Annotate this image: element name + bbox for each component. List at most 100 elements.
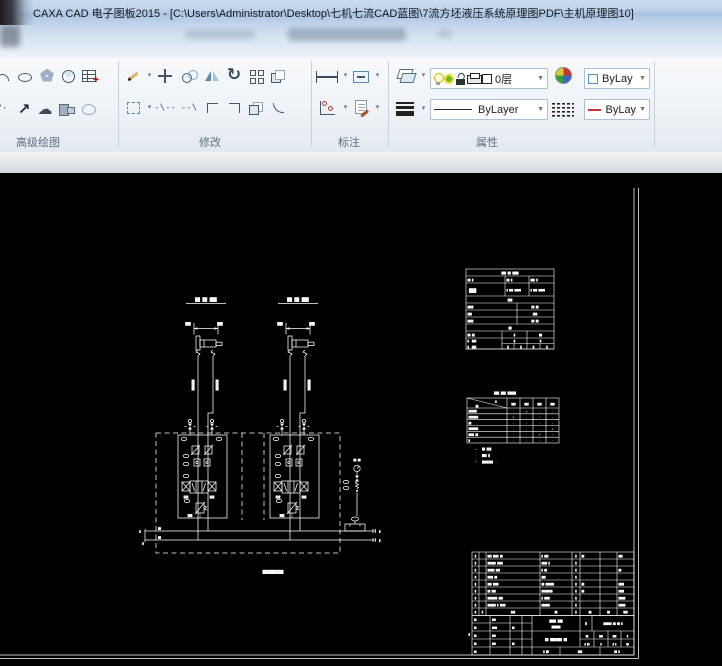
erase-dropdown-arrow[interactable]: ▾ xyxy=(145,71,154,81)
check-valves xyxy=(286,459,302,466)
svg-text:█: █ xyxy=(574,561,577,565)
svg-text:███ █: ███ █ xyxy=(481,453,490,457)
svg-text:-: - xyxy=(512,433,514,437)
svg-text:████: ████ xyxy=(467,319,474,323)
svg-text:-: - xyxy=(538,409,540,413)
explode-tool-icon[interactable] xyxy=(245,95,267,121)
dimension-style-icon[interactable] xyxy=(350,64,372,90)
main-left-label: █ xyxy=(138,530,141,534)
break-tool-icon[interactable]: -\-- xyxy=(154,95,176,121)
svg-text:██ █: ██ █ xyxy=(613,650,620,654)
svg-text:██: ██ xyxy=(585,635,589,638)
corner-smudge xyxy=(0,25,20,47)
svg-text:███: ███ xyxy=(577,650,583,654)
valve-manifold: ███ ███ ███ xyxy=(270,435,319,518)
window-icon-area[interactable] xyxy=(0,0,34,25)
text-edit-dropdown-arrow[interactable]: ▾ xyxy=(373,103,382,113)
linear-dimension-icon[interactable] xyxy=(314,64,340,90)
coordinate-dimension-icon[interactable] xyxy=(314,95,340,121)
revision-cloud-tool-icon[interactable]: ☁ xyxy=(34,96,56,122)
linecolor-select[interactable]: ByLay ▼ xyxy=(584,99,650,120)
svg-text:███: ███ xyxy=(467,312,473,316)
drawing-viewport[interactable]: ██ ██ ███ ███ ███ ███████ ███████ xyxy=(0,173,722,666)
group-label-advanced-draw: 高级绘图 xyxy=(0,134,76,150)
mirror-tool-icon[interactable] xyxy=(201,63,223,89)
text-edit-icon[interactable] xyxy=(350,94,372,120)
panel-separator xyxy=(311,61,312,147)
svg-text:████████: ████████ xyxy=(541,589,554,593)
svg-text:██ ██: ██ ██ xyxy=(530,305,539,309)
svg-text:██: ██ xyxy=(475,404,479,408)
svg-text:██: ██ xyxy=(507,326,512,330)
drawing-frame xyxy=(0,188,639,659)
svg-text:-: - xyxy=(525,433,527,437)
scale-tool-icon[interactable] xyxy=(122,95,144,121)
svg-text:██: ██ xyxy=(606,610,610,614)
main-line-label: ██ xyxy=(157,527,161,531)
linetype-select-caret: ▼ xyxy=(534,106,544,113)
svg-text:████ ███: ████ ███ xyxy=(548,619,563,623)
svg-text:+: + xyxy=(475,447,477,451)
lineweight-dropdown-arrow[interactable]: ▾ xyxy=(419,104,428,114)
local-detail-tool-icon[interactable] xyxy=(56,96,78,122)
table-tool-icon[interactable]: + xyxy=(78,63,100,89)
svg-text:█: █ xyxy=(574,582,577,586)
svg-text:█ ██: █ ██ xyxy=(541,568,548,572)
dimension-dropdown-arrow[interactable]: ▾ xyxy=(341,71,350,81)
svg-text:█: █ xyxy=(513,333,516,337)
svg-text:██: ██ xyxy=(581,589,585,593)
leader-arrow-tool-icon[interactable]: ↗ xyxy=(13,96,35,122)
arc-tool-icon[interactable] xyxy=(0,64,13,90)
dimension-style-dropdown-arrow[interactable]: ▾ xyxy=(373,71,382,81)
extend-tool-icon[interactable] xyxy=(201,95,223,121)
offset-tool-icon[interactable] xyxy=(267,63,289,89)
polygon-tool-icon[interactable] xyxy=(36,62,58,88)
corner-tool-icon[interactable] xyxy=(223,95,245,121)
svg-text:█ █: █ █ xyxy=(612,643,618,646)
svg-text:+: + xyxy=(512,415,514,419)
svg-text:██████ █ ████: ██████ █ ████ xyxy=(487,603,507,607)
linetype-select[interactable]: ByLayer ▼ xyxy=(430,99,548,120)
svg-text:█: █ xyxy=(513,339,516,343)
linestyle-icon[interactable] xyxy=(550,96,576,122)
directional-valve: ███ ███ xyxy=(274,481,308,499)
document-tab-strip xyxy=(0,152,722,174)
layer-tool-icon[interactable] xyxy=(394,63,416,89)
array-tool-icon[interactable] xyxy=(245,63,267,89)
circuit-title: ██ ██ ███ xyxy=(194,297,217,302)
svg-text:██: ██ xyxy=(618,568,622,572)
svg-text:█████: █████ xyxy=(618,596,627,600)
fillet-tool-icon[interactable] xyxy=(267,95,289,121)
coordinate-dropdown-arrow[interactable]: ▾ xyxy=(341,103,350,113)
circle-tool-icon[interactable] xyxy=(57,63,79,89)
layer-color-swatch xyxy=(482,74,492,84)
reducer-label: ███ xyxy=(279,514,285,518)
color-select[interactable]: ByLay ▼ xyxy=(584,68,650,89)
rotate-tool-icon[interactable]: ↻ xyxy=(223,62,245,88)
layer-tool-dropdown-arrow[interactable]: ▾ xyxy=(419,71,428,81)
svg-text:█: █ xyxy=(599,643,602,646)
window-titlebar[interactable]: CAXA CAD 电子图板2015 - [C:\Users\Administra… xyxy=(0,0,722,26)
scale-dropdown-arrow[interactable]: ▾ xyxy=(145,103,154,113)
erase-tool-icon[interactable] xyxy=(122,63,144,89)
check-valves xyxy=(194,459,210,466)
blob-tool-icon[interactable] xyxy=(78,96,100,122)
svg-text:████ ██: ████ ██ xyxy=(468,433,479,437)
panel-separator xyxy=(654,61,655,147)
svg-text:███████: ███████ xyxy=(468,427,479,431)
svg-text:█ ███: █ ███ xyxy=(541,554,550,558)
svg-text:█: █ xyxy=(474,561,477,565)
svg-text:██████ ████: ██████ ████ xyxy=(487,561,504,565)
svg-text:█: █ xyxy=(468,438,471,442)
point-tool-icon[interactable]: /· xyxy=(0,96,13,122)
cylinder-pipes: ███████ ███████ xyxy=(191,356,219,435)
copy-tool-icon[interactable] xyxy=(178,63,200,89)
svg-text:███: ███ xyxy=(622,610,628,614)
ellipse-tool-icon[interactable] xyxy=(14,64,36,90)
move-tool-icon[interactable] xyxy=(154,63,176,89)
lineweight-icon[interactable] xyxy=(394,96,416,122)
reducer-label: ███ xyxy=(187,514,193,518)
trim-tool-icon[interactable]: --\ xyxy=(178,95,200,121)
layer-select[interactable]: 0层 ▼ xyxy=(430,68,548,89)
color-wheel-icon[interactable] xyxy=(552,62,574,88)
